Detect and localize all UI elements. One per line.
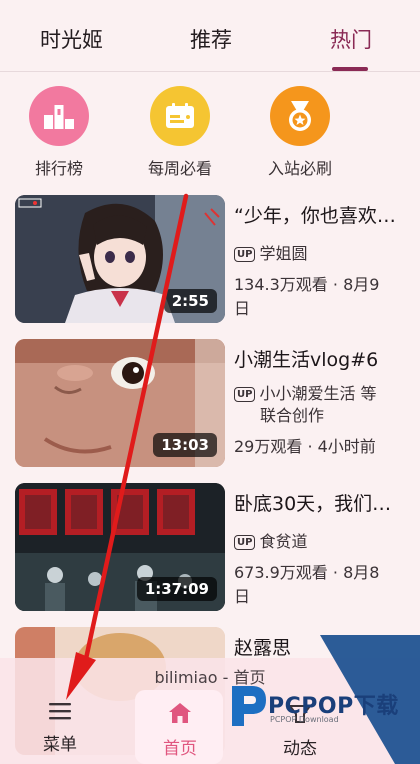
video-thumbnail-2: 13:03 [15,339,225,467]
up-badge-icon: UP [234,247,256,262]
video-title-2: 小潮生活vlog#6 [234,349,379,371]
tab-shiguangji[interactable]: 时光姬 [40,24,103,54]
nav-home-button[interactable]: 首页 [135,702,225,759]
video-thumbnail-1: 2:55 [15,195,225,323]
uploader-name-3: 食贫道 [259,532,308,551]
calendar-icon [150,86,210,146]
menu-icon [49,703,71,720]
video-title-4: 赵露思 [234,637,292,659]
video-stats-line-3a: 673.9万观看 · 8月8 [234,563,380,582]
top-tab-bar: 时光姬 推荐 热门 [0,0,420,72]
must-watch-entry[interactable]: 入站必刷 [245,86,355,179]
active-tab-indicator [332,67,368,71]
video-stats-1: 134.3万观看 · 8月9 日 [234,273,414,321]
pcpop-watermark: PCPOP下载 PCPOP Download [228,682,418,732]
nav-menu-label: 菜单 [43,735,77,755]
ranking-icon [29,86,89,146]
weekly-label: 每周必看 [147,159,212,178]
video-title-1: “少年，你也喜欢… [234,205,396,227]
nav-menu-button[interactable]: 菜单 [15,702,105,755]
watermark-subtext: PCPOP Download [270,715,339,724]
video-duration-1: 2:55 [163,289,217,313]
video-stats-line-2a: 29万观看 · 4小时前 [234,437,376,456]
uploader-name-2: 小小潮爱生活 等 [259,384,377,403]
video-stats-line-3b: 日 [234,587,251,606]
tab-popular[interactable]: 热门 [330,24,372,54]
video-uploader-1[interactable]: UP 学姐圆 [234,243,414,265]
pcpop-logo-icon [232,686,266,726]
video-stats-line-1a: 134.3万观看 · 8月9 [234,275,380,294]
up-badge-icon: UP [234,535,256,550]
video-stats-3: 673.9万观看 · 8月8 日 [234,561,414,609]
video-stats-2: 29万观看 · 4小时前 [234,435,414,459]
video-uploader-2[interactable]: UP 小小潮爱生活 等 联合创作 [234,383,414,427]
tab-recommend[interactable]: 推荐 [190,24,232,54]
video-card-1[interactable]: 2:55 “少年，你也喜欢… UP 学姐圆 134.3万观看 · 8月9 日 [0,195,420,323]
video-card-3[interactable]: 1:37:09 卧底30天，我们… UP 食贫道 673.9万观看 · 8月8 日 [0,483,420,611]
ranking-label: 排行榜 [34,159,83,178]
video-card-2[interactable]: 13:03 小潮生活vlog#6 UP 小小潮爱生活 等 联合创作 29万观看 ·… [0,339,420,467]
weekly-entry[interactable]: 每周必看 [125,86,235,179]
ranking-entry[interactable]: 排行榜 [4,86,114,179]
up-badge-icon: UP [234,387,256,402]
nav-home-label: 首页 [163,739,197,759]
video-duration-2: 13:03 [153,433,217,457]
must-watch-label: 入站必刷 [267,159,332,178]
quick-entries: 排行榜 每周必看 入站必刷 [0,86,420,186]
home-icon [169,703,191,723]
medal-icon [270,86,330,146]
nav-feed-label: 动态 [283,739,317,759]
video-stats-line-1b: 日 [234,299,251,318]
video-title-3: 卧底30天，我们… [234,493,392,515]
uploader-name-2b: 联合创作 [260,406,325,425]
video-duration-3: 1:37:09 [136,577,217,601]
video-thumbnail-3: 1:37:09 [15,483,225,611]
video-uploader-3[interactable]: UP 食贫道 [234,531,414,553]
uploader-name-1: 学姐圆 [259,244,308,263]
